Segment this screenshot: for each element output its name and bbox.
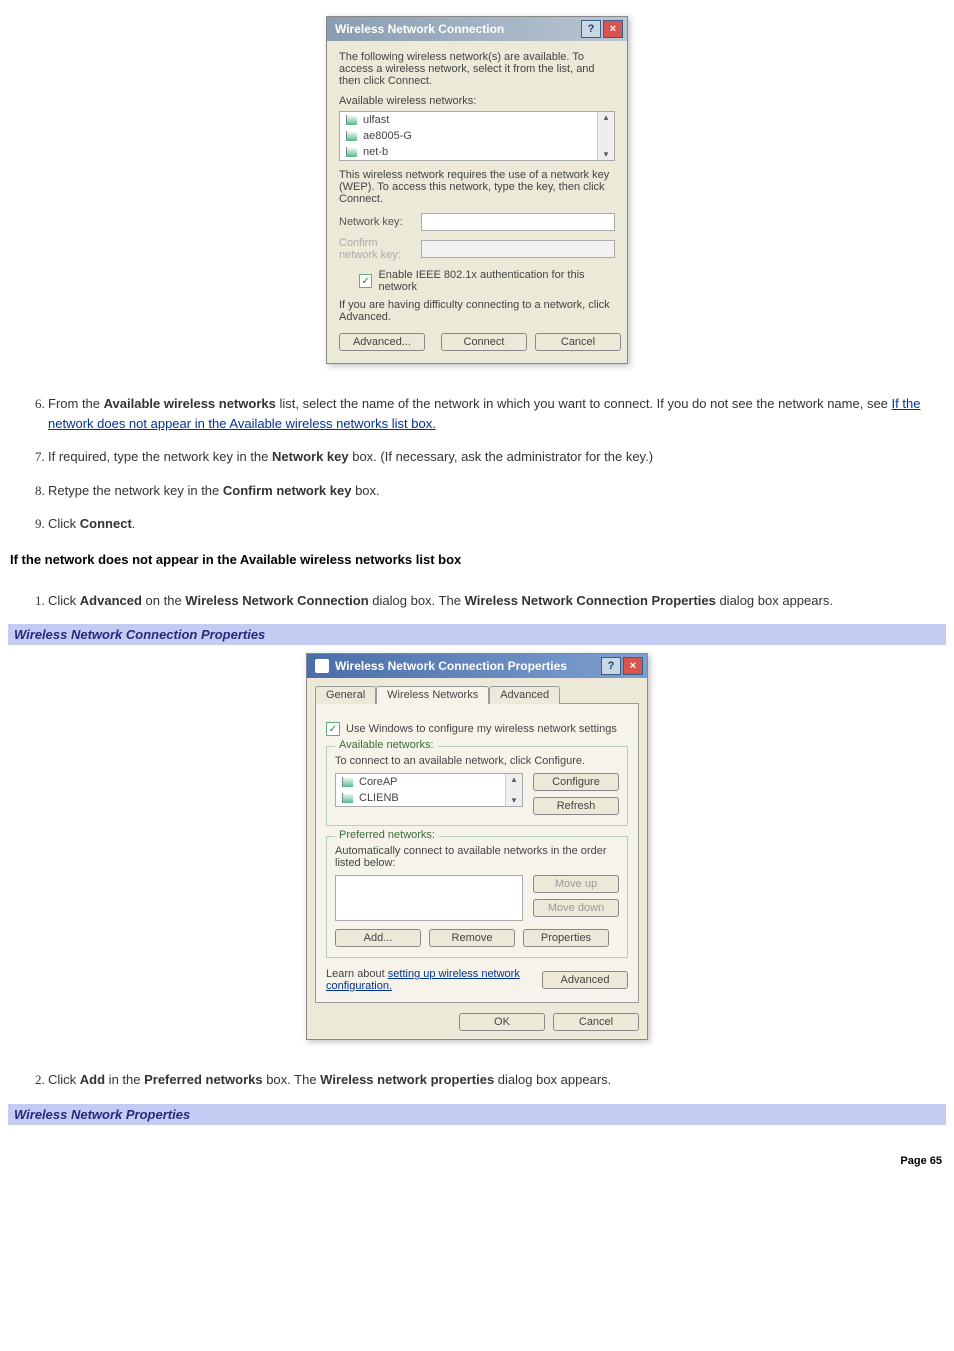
dialog-intro: The following wireless network(s) are av… <box>339 51 615 87</box>
cancel-button[interactable]: Cancel <box>535 333 621 351</box>
move-up-button: Move up <box>533 875 619 893</box>
available-network-item[interactable]: CLIENB <box>336 790 505 806</box>
step-7: If required, type the network key in the… <box>48 447 946 467</box>
wep-text: This wireless network requires the use o… <box>339 169 615 205</box>
confirm-key-input <box>421 240 615 258</box>
available-networks-text: To connect to an available network, clic… <box>335 755 619 767</box>
network-item[interactable]: net-b <box>340 144 597 160</box>
blue-header-2: Wireless Network Properties <box>8 1104 946 1125</box>
preferred-networks-legend: Preferred networks: <box>335 829 439 841</box>
preferred-networks-list[interactable] <box>335 875 523 921</box>
connection-properties-dialog: Wireless Network Connection Properties ?… <box>306 653 648 1040</box>
close-icon[interactable]: × <box>603 20 623 38</box>
wifi-icon <box>342 793 353 803</box>
use-windows-label: Use Windows to configure my wireless net… <box>346 723 617 735</box>
confirm-key-label: Confirm network key: <box>339 237 415 261</box>
help-icon[interactable]: ? <box>601 657 621 675</box>
section-heading-not-appear: If the network does not appear in the Av… <box>10 552 946 567</box>
network-key-input[interactable] <box>421 213 615 231</box>
tab-advanced[interactable]: Advanced <box>489 686 560 704</box>
network-key-label: Network key: <box>339 216 415 228</box>
ieee-check-label: Enable IEEE 802.1x authentication for th… <box>378 269 615 293</box>
wifi-icon <box>346 115 357 125</box>
step-c2: Click Add in the Preferred networks box.… <box>48 1070 946 1090</box>
ok-button[interactable]: OK <box>459 1013 545 1031</box>
advanced-button[interactable]: Advanced... <box>339 333 425 351</box>
instruction-list-c: Click Add in the Preferred networks box.… <box>8 1070 946 1090</box>
preferred-networks-text: Automatically connect to available netwo… <box>335 845 619 869</box>
available-networks-label: Available wireless networks: <box>339 95 615 107</box>
app-icon <box>315 659 329 673</box>
wireless-connection-dialog: Wireless Network Connection ? × The foll… <box>326 16 628 364</box>
tab-wireless-networks[interactable]: Wireless Networks <box>376 686 489 704</box>
scrollbar[interactable]: ▴▾ <box>597 112 614 160</box>
remove-button[interactable]: Remove <box>429 929 515 947</box>
available-networks-legend: Available networks: <box>335 739 438 751</box>
dialog-title: Wireless Network Connection <box>335 22 504 36</box>
scrollbar[interactable]: ▴▾ <box>505 774 522 806</box>
available-network-item[interactable]: CoreAP <box>336 774 505 790</box>
blue-header-1: Wireless Network Connection Properties <box>8 624 946 645</box>
difficulty-text: If you are having difficulty connecting … <box>339 299 615 323</box>
connect-button[interactable]: Connect <box>441 333 527 351</box>
instruction-list-a: From the Available wireless networks lis… <box>8 394 946 534</box>
dialog-title: Wireless Network Connection Properties <box>335 659 567 673</box>
network-item[interactable]: ulfast <box>340 112 597 128</box>
refresh-button[interactable]: Refresh <box>533 797 619 815</box>
advanced-button[interactable]: Advanced <box>542 971 628 989</box>
help-icon[interactable]: ? <box>581 20 601 38</box>
use-windows-checkbox[interactable]: ✓ <box>326 722 340 736</box>
properties-button[interactable]: Properties <box>523 929 609 947</box>
step-b1: Click Advanced on the Wireless Network C… <box>48 591 946 611</box>
add-button[interactable]: Add... <box>335 929 421 947</box>
step-8: Retype the network key in the Confirm ne… <box>48 481 946 501</box>
tab-general[interactable]: General <box>315 686 376 704</box>
wifi-icon <box>342 777 353 787</box>
dialog-titlebar: Wireless Network Connection Properties ?… <box>307 654 647 678</box>
cancel-button[interactable]: Cancel <box>553 1013 639 1031</box>
step-9: Click Connect. <box>48 514 946 534</box>
move-down-button: Move down <box>533 899 619 917</box>
configure-button[interactable]: Configure <box>533 773 619 791</box>
instruction-list-b: Click Advanced on the Wireless Network C… <box>8 591 946 611</box>
wifi-icon <box>346 131 357 141</box>
step-6: From the Available wireless networks lis… <box>48 394 946 433</box>
wifi-icon <box>346 147 357 157</box>
ieee-checkbox[interactable]: ✓ <box>359 274 372 288</box>
close-icon[interactable]: × <box>623 657 643 675</box>
dialog-titlebar: Wireless Network Connection ? × <box>327 17 627 41</box>
network-item[interactable]: ae8005-G <box>340 128 597 144</box>
page-number: Page 65 <box>8 1155 942 1167</box>
